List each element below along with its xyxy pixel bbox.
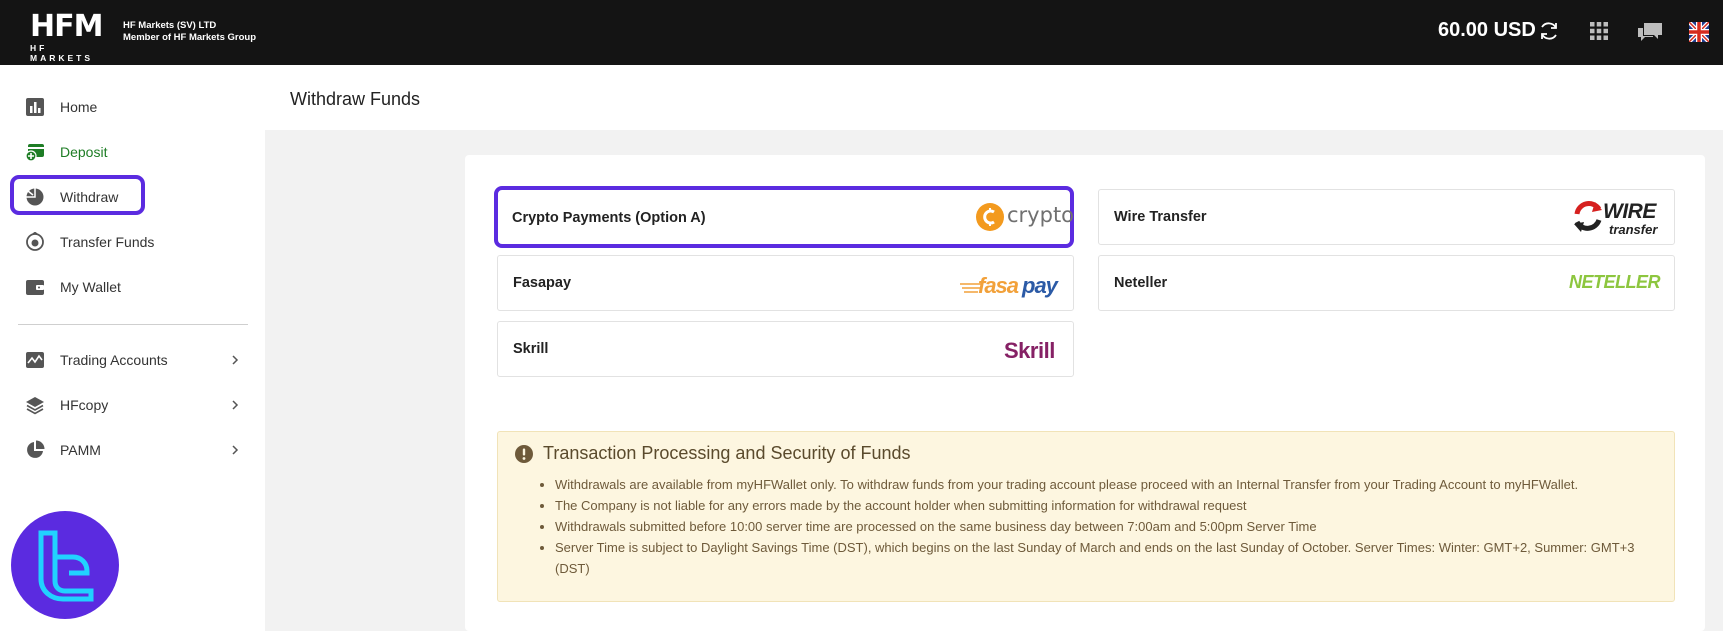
notice-item: Withdrawals are available from myHFWalle… — [555, 474, 1656, 495]
neteller-logo: NETELLER — [1569, 266, 1667, 300]
fasapay-logo-text-pay: pay — [1022, 273, 1058, 298]
chat-icon[interactable] — [1636, 20, 1664, 44]
sidebar-item-label: Trading Accounts — [60, 352, 168, 368]
company-info: HF Markets (SV) LTD Member of HF Markets… — [123, 20, 256, 44]
notice-title: Transaction Processing and Security of F… — [543, 443, 911, 463]
withdraw-highlight-outline — [10, 175, 145, 215]
method-neteller[interactable]: Neteller NETELLER — [1098, 255, 1675, 311]
logo-mark: HFM — [30, 12, 114, 42]
top-bar: HFM HF MARKETS HF Markets (SV) LTD Membe… — [0, 0, 1723, 65]
layers-icon — [26, 397, 44, 415]
chevron-right-icon — [232, 355, 239, 365]
hfm-logo[interactable]: HFM HF MARKETS — [30, 12, 114, 64]
sidebar-divider — [18, 324, 248, 325]
wire-logo-text: WIRE — [1603, 200, 1656, 223]
crypto-coin-icon — [976, 203, 1004, 231]
notice-item: Withdrawals submitted before 10:00 serve… — [555, 516, 1656, 537]
pie-chart-icon — [27, 440, 45, 458]
skrill-logo-text: Skrill — [1004, 338, 1055, 363]
method-skrill[interactable]: Skrill Skrill — [497, 321, 1074, 377]
sidebar-item-label: Transfer Funds — [60, 234, 155, 250]
uk-flag-icon[interactable] — [1689, 22, 1709, 42]
apps-grid-icon[interactable] — [1589, 21, 1609, 41]
logo-text: HFM — [30, 9, 103, 44]
method-name: Crypto Payments (Option A) — [512, 210, 706, 226]
refresh-icon[interactable] — [1538, 20, 1560, 42]
sidebar-item-label: My Wallet — [60, 279, 121, 295]
chevron-right-icon — [232, 400, 239, 410]
fasapay-logo-text-fasa: fasa — [978, 273, 1019, 298]
sidebar-item-hfcopy[interactable]: HFcopy — [0, 385, 265, 425]
page-title: Withdraw Funds — [290, 89, 421, 109]
crypto-logo: crypto — [976, 200, 1074, 238]
deposit-icon — [25, 144, 44, 162]
sidebar-item-deposit[interactable]: Deposit — [0, 132, 265, 172]
wire-transfer-logo: WIRE transfer — [1573, 198, 1665, 238]
wallet-icon — [26, 280, 44, 295]
company-line-1: HF Markets (SV) LTD — [123, 20, 217, 31]
notice-list: Withdrawals are available from myHFWalle… — [536, 474, 1656, 579]
transfer-logo-text: transfer — [1609, 222, 1658, 237]
method-name: Neteller — [1114, 275, 1168, 291]
neteller-logo-text: NETELLER — [1569, 272, 1661, 292]
fasapay-logo: fasa pay — [960, 268, 1066, 302]
sidebar-item-trading-accounts[interactable]: Trading Accounts — [0, 340, 265, 380]
sidebar-item-label: PAMM — [60, 442, 101, 458]
trading-chart-icon — [26, 352, 44, 368]
page-header: Withdraw Funds — [265, 65, 1723, 130]
sidebar-item-home[interactable]: Home — [0, 87, 265, 127]
transaction-notice: Transaction Processing and Security of F… — [497, 431, 1675, 602]
method-name: Wire Transfer — [1114, 209, 1207, 225]
watermark-badge-logo — [11, 511, 119, 619]
method-wire-transfer[interactable]: Wire Transfer WIRE transfer — [1098, 189, 1675, 245]
wire-arrows-icon — [1574, 201, 1602, 232]
sidebar-item-label: Deposit — [60, 144, 108, 160]
sidebar-item-pamm[interactable]: PAMM — [0, 430, 265, 470]
method-name: Skrill — [513, 341, 549, 357]
transfer-icon — [26, 232, 44, 251]
chevron-right-icon — [232, 445, 239, 455]
company-line-2: Member of HF Markets Group — [123, 32, 257, 43]
account-balance: 60.00 USD — [1438, 19, 1536, 41]
notice-item: Server Time is subject to Daylight Savin… — [555, 537, 1656, 579]
logo-subtext: HF MARKETS — [30, 43, 94, 63]
exclamation-circle-icon — [515, 445, 533, 463]
bar-chart-icon — [26, 98, 44, 116]
notice-item: The Company is not liable for any errors… — [555, 495, 1656, 516]
crypto-logo-text: crypto — [1007, 203, 1075, 227]
sidebar-item-my-wallet[interactable]: My Wallet — [0, 267, 265, 307]
method-name: Fasapay — [513, 275, 572, 291]
skrill-logo: Skrill — [1004, 332, 1066, 370]
method-fasapay[interactable]: Fasapay fasa pay — [497, 255, 1074, 311]
sidebar-item-transfer-funds[interactable]: Transfer Funds — [0, 222, 265, 262]
sidebar: Home Deposit Withdraw Transfer Funds My … — [0, 65, 265, 631]
sidebar-item-label: Home — [60, 99, 98, 115]
sidebar-item-label: HFcopy — [60, 397, 109, 413]
method-crypto-payments[interactable]: Crypto Payments (Option A) crypto — [494, 186, 1074, 248]
